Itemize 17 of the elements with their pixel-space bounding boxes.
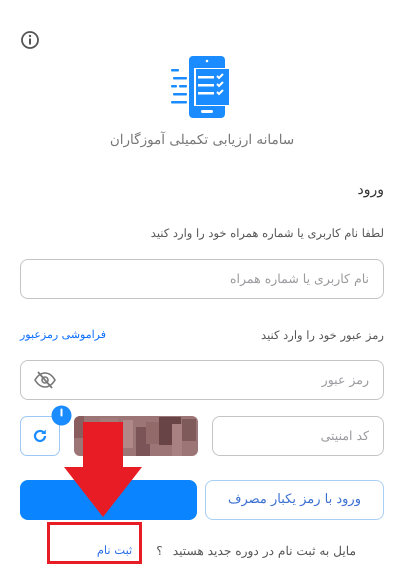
app-title: سامانه ارزیابی تکمیلی آموزگاران: [110, 130, 294, 150]
username-label: لطفا نام کاربری یا شماره همراه خود را وارد کنید: [150, 225, 384, 242]
refresh-icon: [32, 428, 48, 444]
info-icon[interactable]: [20, 30, 40, 50]
eye-slash-icon[interactable]: [34, 370, 56, 389]
one-time-password-button[interactable]: ورود با رمز یکبار مصرف: [205, 480, 384, 520]
password-label: رمز عبور خود را وارد کنید: [261, 326, 384, 344]
form-heading: ورود: [356, 181, 384, 200]
security-code-field[interactable]: کد امنیتی: [212, 416, 384, 456]
forgot-password-link[interactable]: فراموشی رمزعبور: [20, 326, 106, 344]
username-field[interactable]: نام کاربری یا شماره همراه: [20, 258, 384, 298]
signup-link[interactable]: ثبت نام: [96, 542, 132, 560]
signup-question: مایل به ثبت نام در دوره جدید هستید: [172, 542, 356, 560]
timer-badge-icon: [51, 404, 72, 426]
refresh-button[interactable]: [20, 416, 60, 456]
question-mark: ؟: [156, 542, 163, 560]
password-field[interactable]: رمز عبور: [20, 360, 384, 400]
